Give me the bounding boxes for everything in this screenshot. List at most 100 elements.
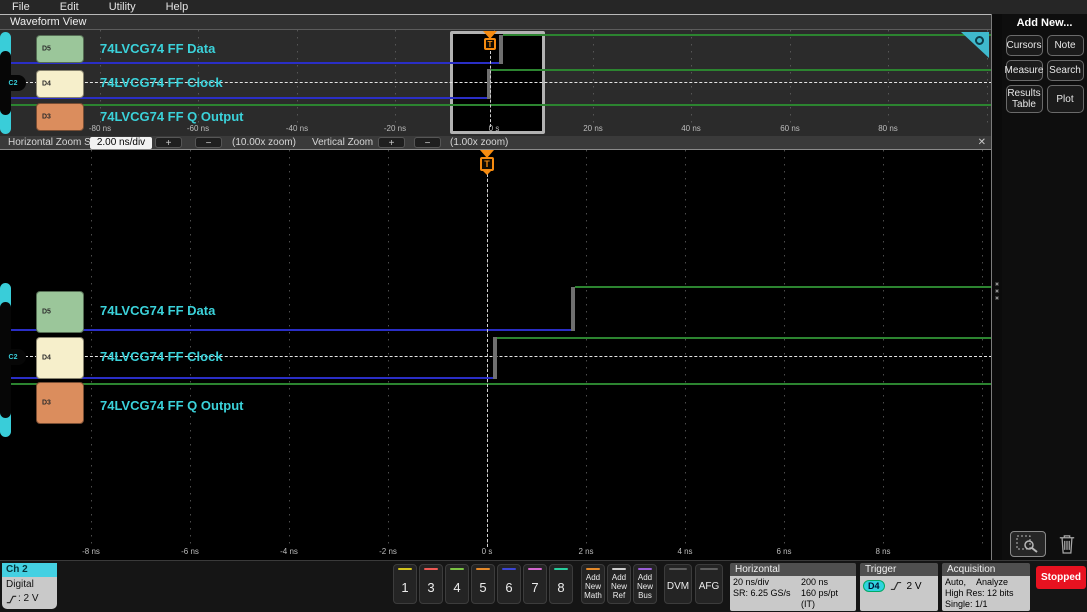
trigger-marker-flag: T: [480, 157, 494, 171]
add-new-bus-button[interactable]: Add New Bus: [633, 564, 657, 604]
channel-8-button[interactable]: 8: [549, 564, 573, 604]
divider-grip-icon[interactable]: [995, 289, 999, 293]
trash-icon[interactable]: [1058, 533, 1076, 555]
menu-utility[interactable]: Utility: [109, 0, 136, 14]
ov-tick: 20 ns: [583, 124, 603, 133]
gridline: [593, 30, 594, 123]
h-zoom-plus-button[interactable]: +: [155, 137, 182, 149]
waveform-overview: T C2 D5 D4 D3 74LVCG74 FF Data 74LVCG74 …: [0, 30, 991, 136]
acq-analyze: Analyze: [976, 577, 1009, 587]
v-zoom-plus-button[interactable]: +: [378, 137, 405, 149]
channel-group-badge[interactable]: C2: [0, 75, 26, 91]
trigger-marker[interactable]: T: [481, 31, 499, 50]
channel-group-badge[interactable]: C2: [0, 349, 26, 365]
channel-label-data: 74LVCG74 FF Data: [100, 303, 216, 318]
mv-tick: 6 ns: [776, 547, 792, 556]
gridline: [297, 30, 298, 123]
v-zoom-minus-button[interactable]: −: [414, 137, 441, 149]
badge-d5[interactable]: D5: [36, 35, 84, 63]
dvm-button[interactable]: DVM: [664, 564, 692, 604]
note-button[interactable]: Note: [1046, 35, 1084, 56]
measure-button[interactable]: Measure: [1005, 60, 1043, 81]
data-trace-high: [503, 34, 991, 36]
divider-grip-icon[interactable]: [995, 282, 999, 286]
results-table-button[interactable]: Results Table: [1005, 85, 1043, 113]
gridline: [395, 30, 396, 123]
search-button[interactable]: Search: [1046, 60, 1084, 81]
zoom-select-icon: [1016, 535, 1038, 553]
acquisition-title: Acquisition: [942, 563, 1030, 576]
channel-label-clock: 74LVCG74 FF Clock: [100, 75, 223, 90]
h-window: 200 ns: [801, 577, 829, 587]
zoom-overview-corner-icon[interactable]: [961, 32, 989, 58]
acq-mode: Auto,: [945, 577, 967, 587]
badge-d3[interactable]: D3: [36, 382, 84, 424]
channel-7-button[interactable]: 7: [523, 564, 547, 604]
badge-d4[interactable]: D4: [36, 70, 84, 98]
mv-tick: 2 ns: [578, 547, 594, 556]
h-zoom-scale-input[interactable]: 2.00 ns/div: [90, 137, 152, 149]
divider-grip-icon[interactable]: [995, 296, 999, 300]
zoom-select-button[interactable]: [1010, 531, 1046, 557]
add-new-math-button[interactable]: Add New Math: [581, 564, 605, 604]
data-trace-edge: [571, 287, 575, 331]
magnifier-icon-handle: [970, 43, 976, 49]
clock-trace-high: [497, 337, 991, 339]
h-scale: 20 ns/div: [733, 577, 770, 587]
gridline: [883, 150, 884, 546]
add-new-ref-button[interactable]: Add New Ref: [607, 564, 631, 604]
h-zoom-minus-button[interactable]: −: [195, 137, 222, 149]
data-trace-edge: [499, 35, 503, 64]
trigger-position-line: [487, 174, 488, 547]
gridline: [91, 150, 92, 546]
channel-3-button[interactable]: 3: [419, 564, 443, 604]
badge-d5-label: D5: [42, 45, 51, 53]
afg-button[interactable]: AFG: [695, 564, 723, 604]
gridline: [784, 150, 785, 546]
mv-tick: -2 ns: [379, 547, 397, 556]
trigger-panel[interactable]: Trigger D4 2 V: [860, 563, 938, 611]
cursors-button[interactable]: Cursors: [1005, 35, 1043, 56]
mv-tick: 4 ns: [677, 547, 693, 556]
ov-tick: 60 ns: [780, 124, 800, 133]
menu-file[interactable]: File: [12, 0, 30, 14]
q-output-trace-high: [0, 383, 991, 385]
acq-single: Single: 1/1: [945, 599, 988, 609]
mv-tick: -8 ns: [82, 547, 100, 556]
zoom-close-button[interactable]: ✕: [978, 137, 986, 149]
channel-1-button[interactable]: 1: [393, 564, 417, 604]
gridline: [685, 150, 686, 546]
badge-d5[interactable]: D5: [36, 291, 84, 333]
trigger-marker[interactable]: T: [478, 150, 496, 175]
sidebar: Add New... Cursors Note Measure Search R…: [1002, 14, 1087, 560]
channel-6-button[interactable]: 6: [497, 564, 521, 604]
acquisition-panel[interactable]: Acquisition Auto, Analyze High Res: 12 bi…: [942, 563, 1030, 611]
data-trace-high: [575, 286, 991, 288]
h-resolution: 160 ps/pt (IT): [801, 588, 839, 609]
v-zoom-factor: (1.00x zoom): [450, 137, 509, 148]
channel-4-button[interactable]: 4: [445, 564, 469, 604]
tab-waveform-view[interactable]: Waveform View: [0, 14, 991, 30]
badge-d5-label: D5: [42, 308, 51, 316]
mv-tick: -4 ns: [280, 547, 298, 556]
channel-5-button[interactable]: 5: [471, 564, 495, 604]
menu-edit[interactable]: Edit: [60, 0, 79, 14]
ov-tick: 40 ns: [681, 124, 701, 133]
channel-2-badge[interactable]: Ch 2 Digital : 2 V: [2, 563, 57, 609]
horizontal-panel[interactable]: Horizontal 20 ns/div 200 ns SR: 6.25 GS/s…: [730, 563, 856, 611]
badge-d3-label: D3: [42, 113, 51, 121]
plot-button[interactable]: Plot: [1046, 85, 1084, 113]
acq-resolution: High Res: 12 bits: [945, 588, 1014, 598]
bottom-bar: Ch 2 Digital : 2 V 1 3 4 5 6 7 8 Add New…: [0, 560, 1087, 612]
channel-label-q-output: 74LVCG74 FF Q Output: [100, 109, 244, 124]
badge-d3[interactable]: D3: [36, 103, 84, 131]
ov-tick: -20 ns: [383, 124, 407, 133]
gridline: [388, 150, 389, 546]
trigger-title: Trigger: [860, 563, 938, 576]
panel-divider: [992, 14, 1002, 560]
badge-d4[interactable]: D4: [36, 337, 84, 379]
menu-help[interactable]: Help: [166, 0, 189, 14]
mv-tick: 0 s: [481, 547, 493, 556]
channel-label-clock: 74LVCG74 FF Clock: [100, 349, 223, 364]
run-status-button[interactable]: Stopped: [1036, 566, 1086, 589]
